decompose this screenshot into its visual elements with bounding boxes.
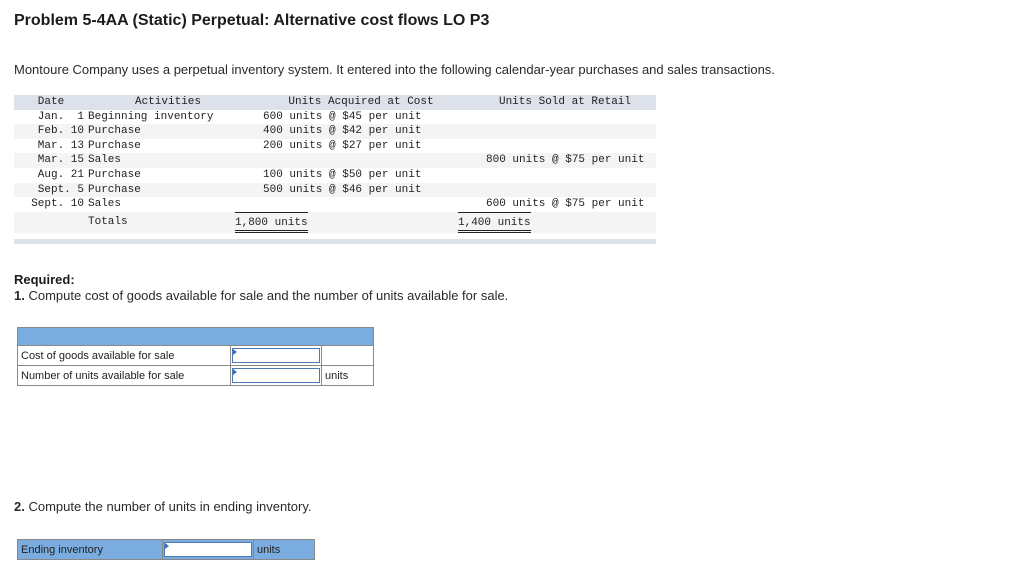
transactions-table: Date Activities Units Acquired at Cost U… xyxy=(14,95,656,244)
problem-intro: Montoure Company uses a perpetual invent… xyxy=(14,62,775,77)
answer-unit: units xyxy=(253,539,315,560)
question-1-number: 1. xyxy=(14,288,25,303)
row-acquired: 500 units @ $46 per unit xyxy=(263,183,422,196)
row-activity: Purchase xyxy=(88,183,141,196)
question-2: 2. Compute the number of units in ending… xyxy=(14,499,312,514)
question-2-number: 2. xyxy=(14,499,25,514)
ending-inventory-input[interactable] xyxy=(165,543,251,556)
required-label: Required: xyxy=(14,272,75,287)
table-row: Sept. 10 Sales 600 units @ $75 per unit xyxy=(14,197,656,212)
row-acquired: 200 units @ $27 per unit xyxy=(263,139,422,152)
input-marker-icon xyxy=(233,369,237,375)
row-acquired: 400 units @ $42 per unit xyxy=(263,125,422,138)
table-bottom-bar xyxy=(14,238,656,244)
question-2-text: Compute the number of units in ending in… xyxy=(24,499,312,514)
answer-label: Cost of goods available for sale xyxy=(17,345,231,366)
problem-title: Problem 5-4AA (Static) Perpetual: Altern… xyxy=(14,12,490,29)
header-units-sold: Units Sold at Retail xyxy=(498,96,632,108)
answer-row-units-available: Number of units available for sale units xyxy=(17,365,374,386)
answer-row-cost-of-goods: Cost of goods available for sale xyxy=(17,345,374,366)
row-date: Jan. 1 xyxy=(37,110,84,123)
table-row: Sept. 5 Purchase 500 units @ $46 per uni… xyxy=(14,182,656,198)
row-activity: Sales xyxy=(88,154,122,167)
input-marker-icon xyxy=(165,543,169,549)
table-row: Aug. 21 Purchase 100 units @ $50 per uni… xyxy=(14,167,656,183)
row-activity: Purchase xyxy=(88,125,141,138)
answer-table-2: Ending inventory units xyxy=(17,539,315,560)
input-marker-icon xyxy=(233,349,237,355)
table-row: Mar. 15 Sales 800 units @ $75 per unit xyxy=(14,153,656,168)
answer-unit xyxy=(321,345,374,366)
row-date: Feb. 10 xyxy=(37,125,84,138)
row-activity: Purchase xyxy=(88,139,141,152)
row-date: Aug. 21 xyxy=(37,168,84,181)
answer-unit: units xyxy=(321,365,374,386)
units-available-input[interactable] xyxy=(233,369,319,382)
answer-label: Ending inventory xyxy=(17,539,163,560)
answer-table-header xyxy=(17,327,374,346)
totals-acquired: 1,800 units xyxy=(235,216,308,233)
cost-of-goods-available-input[interactable] xyxy=(233,349,319,362)
table-header-row: Date Activities Units Acquired at Cost U… xyxy=(14,95,656,110)
row-sold: 800 units @ $75 per unit xyxy=(486,154,645,167)
totals-row: Totals 1,800 units 1,400 units xyxy=(14,211,656,233)
row-acquired: 600 units @ $45 per unit xyxy=(263,110,422,123)
row-date: Mar. 15 xyxy=(37,154,84,167)
table-row: Mar. 13 Purchase 200 units @ $27 per uni… xyxy=(14,138,656,154)
answer-row-ending-inventory: Ending inventory units xyxy=(17,539,315,560)
row-activity: Beginning inventory xyxy=(88,110,214,123)
row-date: Mar. 13 xyxy=(37,139,84,152)
row-activity: Purchase xyxy=(88,168,141,181)
row-acquired: 100 units @ $50 per unit xyxy=(263,168,422,181)
totals-label: Totals xyxy=(88,211,248,233)
header-activities: Activities xyxy=(134,96,201,108)
row-activity: Sales xyxy=(88,198,122,211)
row-date: Sept. 5 xyxy=(37,183,84,196)
row-date: Sept. 10 xyxy=(31,198,84,211)
answer-label: Number of units available for sale xyxy=(17,365,231,386)
row-sold: 600 units @ $75 per unit xyxy=(486,198,645,211)
totals-sold: 1,400 units xyxy=(458,216,531,233)
table-row: Feb. 10 Purchase 400 units @ $42 per uni… xyxy=(14,124,656,139)
header-units-acquired: Units Acquired at Cost xyxy=(288,96,434,108)
table-row: Jan. 1 Beginning inventory 600 units @ $… xyxy=(14,109,656,125)
header-date: Date xyxy=(37,96,65,108)
question-1: 1. Compute cost of goods available for s… xyxy=(14,288,508,303)
question-1-text: Compute cost of goods available for sale… xyxy=(24,288,509,303)
answer-table-1: Cost of goods available for sale Number … xyxy=(17,327,374,386)
